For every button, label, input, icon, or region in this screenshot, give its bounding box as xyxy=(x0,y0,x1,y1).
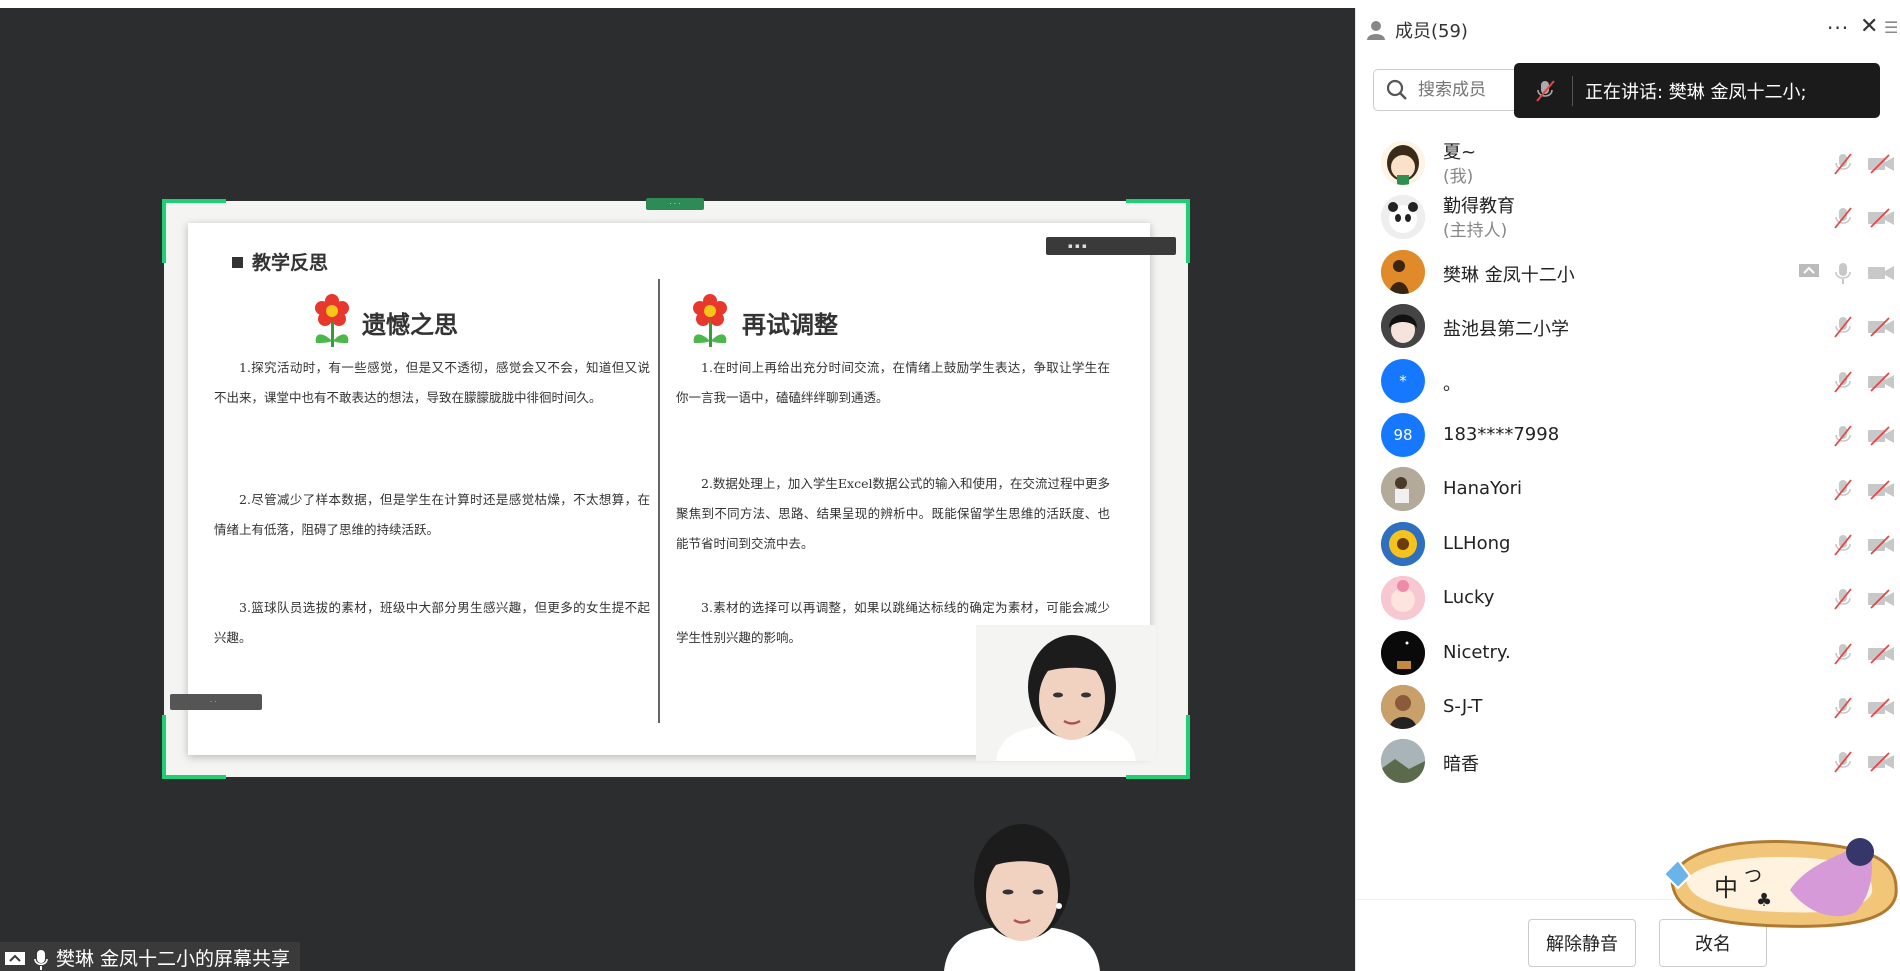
member-name: Lucky xyxy=(1443,587,1495,609)
camera-off-icon[interactable] xyxy=(1867,643,1895,664)
avatar xyxy=(1381,141,1425,185)
microphone-icon xyxy=(34,949,48,970)
muted-microphone-icon[interactable] xyxy=(1832,152,1854,176)
member-name: 樊琳 金凤十二小 xyxy=(1443,264,1575,286)
member-name: 夏~ xyxy=(1443,142,1477,163)
right-column-title: 再试调整 xyxy=(742,311,838,339)
avatar xyxy=(1381,576,1425,621)
flower-icon xyxy=(315,294,349,347)
camera-off-icon[interactable] xyxy=(1867,480,1895,501)
muted-microphone-icon xyxy=(1536,79,1555,102)
member-name: LLHong xyxy=(1443,532,1511,554)
shared-slide-frame: · · · 教学反思 遗憾之思 再试调整 1.探究活动时，有一些感觉，但是又不透… xyxy=(162,198,1190,779)
screen-share-icon xyxy=(5,951,25,965)
muted-microphone-icon[interactable] xyxy=(1832,424,1854,448)
slide-header: 教学反思 xyxy=(232,248,328,275)
camera-off-icon[interactable] xyxy=(1867,371,1895,392)
share-tag: · · · xyxy=(646,198,704,210)
inner-speaking-indicator: ▪ ▪ ▪ xyxy=(1046,237,1176,255)
screen-share-area: · · · 教学反思 遗憾之思 再试调整 1.探究活动时，有一些感觉，但是又不透… xyxy=(0,8,1355,971)
speaking-text: 正在讲话: 樊琳 金凤十二小; xyxy=(1585,81,1807,103)
member-name: 勤得教育 xyxy=(1443,196,1515,218)
member-name: 暗香 xyxy=(1443,754,1479,776)
panel-menu-icon[interactable]: ☰ xyxy=(1884,18,1900,42)
svg-text:中: 中 xyxy=(1714,874,1738,902)
flower-icon xyxy=(693,294,727,347)
camera-icon[interactable] xyxy=(1867,263,1895,283)
member-name: 183****7998 xyxy=(1443,424,1560,445)
column-divider xyxy=(658,279,660,723)
member-role: (主持人) xyxy=(1443,221,1508,242)
avatar xyxy=(1381,467,1425,512)
member-icon xyxy=(1367,21,1385,40)
left-paragraph: 2.尽管减少了样本数据，但是学生在计算时还是感觉枯燥，不太想算，在情绪上有低落，… xyxy=(214,492,650,537)
speaking-toast: 正在讲话: 樊琳 金凤十二小; xyxy=(1514,63,1880,118)
mini-toolbar[interactable]: · · xyxy=(170,694,262,710)
muted-microphone-icon[interactable] xyxy=(1832,642,1854,666)
left-paragraph: 1.探究活动时，有一些感觉，但是又不透彻，感觉会又不会，知道但又说不出来，课堂中… xyxy=(214,360,650,405)
camera-off-icon[interactable] xyxy=(1867,208,1895,229)
avatar xyxy=(1381,685,1425,729)
member-list: 夏~ (我) 勤得教育 (主持人) 樊琳 金凤十二小 盐池县第二小学 * 。 98 183****… xyxy=(1356,136,1900,899)
screen-share-icon xyxy=(1799,263,1819,277)
unmute-button[interactable]: 解除静音 xyxy=(1528,919,1636,967)
member-name: 盐池县第二小学 xyxy=(1443,319,1569,341)
camera-off-icon[interactable] xyxy=(1867,589,1895,609)
avatar xyxy=(1381,630,1425,675)
member-role: (我) xyxy=(1443,167,1474,187)
camera-off-icon[interactable] xyxy=(1867,426,1895,446)
svg-text:♣: ♣ xyxy=(1756,890,1772,911)
camera-off-icon[interactable] xyxy=(1867,535,1895,555)
close-button[interactable]: ✕ xyxy=(1860,14,1878,39)
avatar xyxy=(1381,739,1425,784)
muted-microphone-icon[interactable] xyxy=(1832,533,1854,557)
camera-off-icon[interactable] xyxy=(1867,317,1895,337)
members-panel: 成员(59) ··· ✕ ☰ 正在讲话: 樊琳 金凤十二小; 夏~ (我) 勤得教育… xyxy=(1355,8,1900,971)
top-bar xyxy=(0,0,1900,8)
speaker-video-inner xyxy=(976,625,1156,761)
promo-sticker[interactable]: 中 つ ♣ xyxy=(1660,830,1900,930)
muted-microphone-icon[interactable] xyxy=(1832,696,1854,720)
avatar: * xyxy=(1381,358,1425,403)
avatar xyxy=(1381,304,1425,349)
right-paragraph: 1.在时间上再给出充分时间交流，在情绪上鼓励学生表达，争取让学生在你一言我一语中… xyxy=(676,360,1110,405)
member-name: HanaYori xyxy=(1443,478,1523,500)
screen-share-label: 樊琳 金凤十二小的屏幕共享 xyxy=(0,942,301,971)
avatar xyxy=(1381,521,1425,566)
muted-microphone-icon[interactable] xyxy=(1832,370,1854,394)
member-name: S-J-T xyxy=(1443,696,1483,717)
panel-title: 成员(59) xyxy=(1395,21,1468,42)
svg-text:つ: つ xyxy=(1744,866,1762,887)
muted-microphone-icon[interactable] xyxy=(1832,750,1854,774)
speaker-video xyxy=(938,816,1106,971)
microphone-icon[interactable] xyxy=(1832,261,1854,285)
avatar: 98 xyxy=(1381,413,1425,457)
member-name: Nicetry. xyxy=(1443,641,1511,663)
slide-header-text: 教学反思 xyxy=(252,252,329,274)
camera-off-icon[interactable] xyxy=(1867,752,1895,773)
screen-share-label-text: 樊琳 金凤十二小的屏幕共享 xyxy=(56,948,291,970)
right-paragraph: 2.数据处理上，加入学生Excel数据公式的输入和使用，在交流过程中更多聚焦到不… xyxy=(676,476,1110,551)
muted-microphone-icon[interactable] xyxy=(1832,315,1854,339)
search-icon xyxy=(1386,79,1407,100)
left-column-title: 遗憾之思 xyxy=(362,311,458,339)
camera-off-icon[interactable] xyxy=(1867,698,1895,718)
more-options-button[interactable]: ··· xyxy=(1827,16,1849,40)
panel-header: 成员(59) ··· ✕ ☰ xyxy=(1356,8,1900,52)
avatar xyxy=(1381,249,1425,294)
member-name: 。 xyxy=(1443,373,1461,395)
muted-microphone-icon[interactable] xyxy=(1832,206,1854,230)
camera-off-icon[interactable] xyxy=(1867,154,1895,174)
member-row[interactable]: 暗香 xyxy=(1356,728,1900,794)
muted-microphone-icon[interactable] xyxy=(1832,478,1854,502)
left-paragraph: 3.篮球队员选拔的素材，班级中大部分男生感兴趣，但更多的女生提不起兴趣。 xyxy=(214,600,650,645)
avatar xyxy=(1381,195,1425,240)
muted-microphone-icon[interactable] xyxy=(1832,587,1854,611)
search-input[interactable] xyxy=(1418,80,1518,100)
